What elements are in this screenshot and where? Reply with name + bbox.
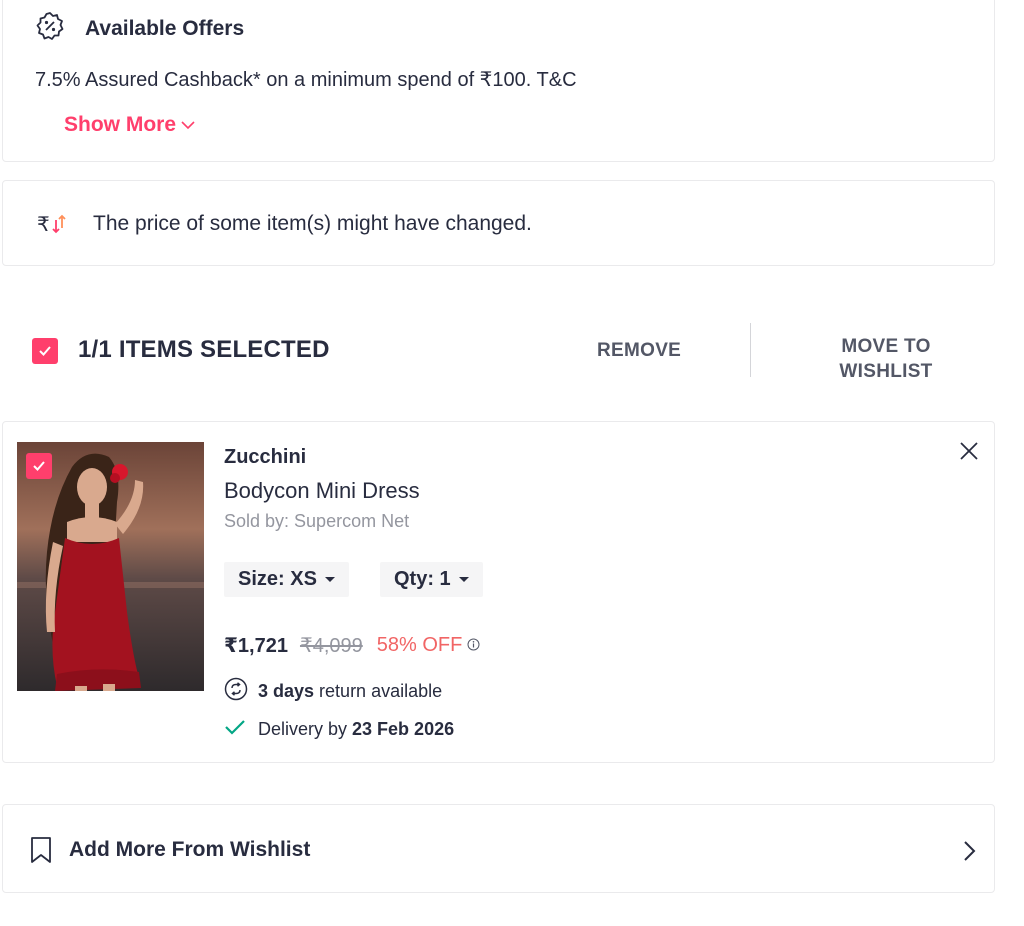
price-row: ₹1,721 ₹4,099 58% OFF <box>224 633 480 658</box>
return-text: 3 days return available <box>258 681 442 702</box>
size-selector[interactable]: Size: XS <box>224 562 349 597</box>
offers-header: Available Offers <box>35 11 244 46</box>
qty-label: Qty: 1 <box>394 568 451 590</box>
product-image[interactable] <box>17 442 204 691</box>
move-to-wishlist-button[interactable]: MOVE TO WISHLIST <box>836 334 936 384</box>
delivery-text: Delivery by 23 Feb 2026 <box>258 719 454 740</box>
size-label: Size: XS <box>238 568 317 590</box>
chevron-right-icon <box>961 839 977 868</box>
select-all-checkbox[interactable] <box>32 338 58 364</box>
original-price: ₹4,099 <box>299 635 363 657</box>
offer-text: 7.5% Assured Cashback* on a minimum spen… <box>35 69 577 91</box>
svg-text:₹: ₹ <box>37 212 50 236</box>
rupee-price-change-icon: ₹ <box>37 212 69 236</box>
return-days: 3 days <box>258 681 315 701</box>
move-to-label-line1: MOVE TO <box>841 336 931 357</box>
caret-down-icon <box>324 577 335 582</box>
quantity-selector[interactable]: Qty: 1 <box>380 562 483 597</box>
close-icon[interactable] <box>958 440 980 467</box>
price-change-card: ₹ The price of some item(s) might have c… <box>2 180 995 266</box>
info-icon[interactable] <box>467 634 480 657</box>
discount-badge-icon <box>35 11 65 46</box>
add-from-wishlist-row[interactable]: Add More From Wishlist <box>2 804 995 893</box>
delivery-date: 23 Feb 2026 <box>352 719 455 739</box>
selection-bar: 1/1 ITEMS SELECTED REMOVE MOVE TO WISHLI… <box>0 320 995 390</box>
action-divider <box>750 323 751 377</box>
item-checkbox[interactable] <box>26 453 52 479</box>
return-arrows-icon <box>224 677 248 706</box>
return-policy: 3 days return available <box>224 677 442 706</box>
move-to-label-line2: WISHLIST <box>839 361 933 382</box>
add-from-wishlist-label: Add More From Wishlist <box>69 838 311 861</box>
remove-button[interactable]: REMOVE <box>597 340 681 362</box>
bookmark-icon <box>29 836 53 869</box>
product-brand[interactable]: Zucchini <box>224 446 306 469</box>
cart-item-card: Zucchini Bodycon Mini Dress Sold by: Sup… <box>2 421 995 763</box>
items-selected-count: 1/1 ITEMS SELECTED <box>78 336 330 363</box>
checkmark-icon <box>224 718 246 741</box>
show-more-label: Show More <box>64 113 177 136</box>
selling-price: ₹1,721 <box>224 635 288 657</box>
discount-label: 58% OFF <box>376 634 463 656</box>
show-more-button[interactable]: Show More <box>64 113 196 137</box>
product-name[interactable]: Bodycon Mini Dress <box>224 478 420 504</box>
price-change-text: The price of some item(s) might have cha… <box>93 212 532 235</box>
caret-down-icon <box>458 577 469 582</box>
offers-card: Available Offers 7.5% Assured Cashback* … <box>2 0 995 162</box>
delivery-prefix: Delivery by <box>258 719 353 739</box>
seller-info: Sold by: Supercom Net <box>224 511 410 531</box>
delivery-info: Delivery by 23 Feb 2026 <box>224 718 454 741</box>
offers-title: Available Offers <box>85 16 245 40</box>
return-suffix: return available <box>314 681 443 701</box>
chevron-down-icon <box>176 113 196 137</box>
